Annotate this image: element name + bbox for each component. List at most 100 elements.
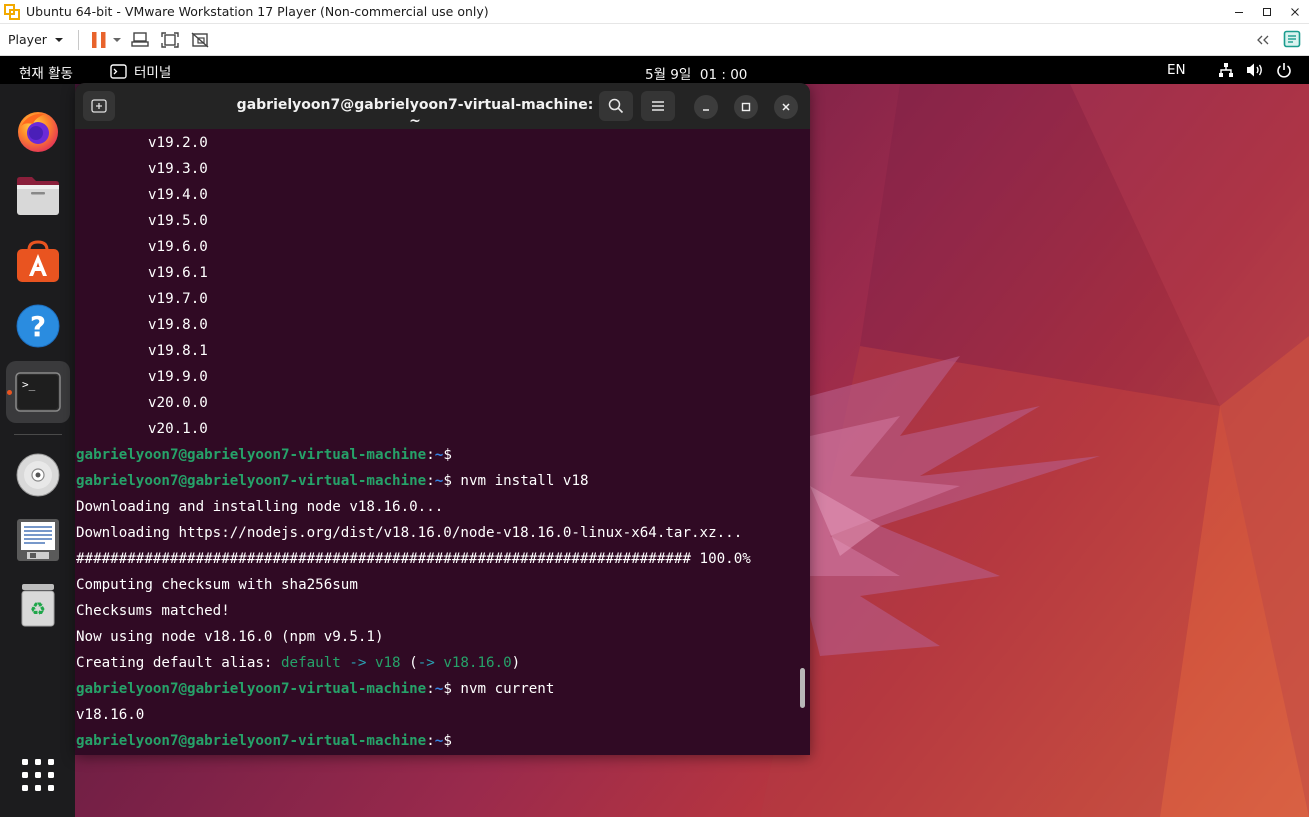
new-tab-button[interactable] (83, 91, 115, 121)
maximize-icon (741, 102, 751, 112)
dock-item-app-center[interactable] (6, 230, 70, 292)
dock-item-dvd[interactable] (6, 444, 70, 506)
terminal-icon: >_ (15, 372, 61, 412)
unity-button[interactable] (185, 28, 215, 52)
prompt-symbol: $ (443, 681, 452, 697)
close-window-button[interactable] (1281, 0, 1309, 24)
terminal-line: v19.9.0 (148, 369, 208, 385)
system-menu-button[interactable] (1218, 62, 1292, 78)
terminal-line: Now using node v18.16.0 (npm v9.5.1) (76, 629, 384, 645)
terminal-minimize-button[interactable] (694, 95, 718, 119)
send-ctrl-alt-del-button[interactable] (125, 28, 155, 52)
terminal-window[interactable]: gabrielyoon7@gabrielyoon7-virtual-machin… (75, 83, 810, 755)
dock-item-help[interactable]: ? (6, 295, 70, 357)
prompt-line: gabrielyoon7@gabrielyoon7-virtual-machin… (76, 681, 555, 697)
vm-titlebar: Ubuntu 64-bit - VMware Workstation 17 Pl… (0, 0, 1309, 24)
terminal-line: Downloading https://nodejs.org/dist/v18.… (76, 525, 743, 541)
alias-arrow: -> (417, 655, 444, 671)
alias-name: default (281, 655, 341, 671)
terminal-line: v19.8.1 (148, 343, 208, 359)
volume-icon (1247, 63, 1262, 77)
clock[interactable]: 5월 9일 01 : 00 (645, 63, 747, 83)
terminal-line: Checksums matched! (76, 603, 230, 619)
terminal-title: gabrielyoon7@gabrielyoon7-virtual-machin… (236, 97, 594, 129)
pause-button[interactable] (89, 28, 109, 52)
prompt-line: gabrielyoon7@gabrielyoon7-virtual-machin… (76, 473, 589, 489)
dock-separator (14, 434, 62, 435)
maximize-icon (1263, 8, 1271, 16)
terminal-line: v19.6.1 (148, 265, 208, 281)
pause-icon (91, 31, 106, 48)
dock: ? >_ ♻ (0, 84, 75, 817)
app-menu-label: 터미널 (134, 65, 172, 81)
terminal-line: v19.7.0 (148, 291, 208, 307)
prompt-symbol: $ (443, 473, 452, 489)
vmware-app-icon (4, 3, 20, 20)
prompt-user: gabrielyoon7@gabrielyoon7-virtual-machin… (76, 733, 427, 749)
minimize-icon (703, 109, 709, 111)
dock-item-trash[interactable]: ♻ (6, 574, 70, 636)
prompt-user: gabrielyoon7@gabrielyoon7-virtual-machin… (76, 447, 427, 463)
running-indicator (7, 390, 12, 395)
dock-item-text-editor[interactable] (6, 509, 70, 571)
files-icon (17, 177, 59, 215)
dvd-icon (16, 453, 60, 497)
terminal-scrollbar[interactable] (800, 668, 805, 708)
search-button[interactable] (599, 91, 633, 121)
terminal-header-bar[interactable]: gabrielyoon7@gabrielyoon7-virtual-machin… (75, 83, 810, 129)
dock-item-terminal[interactable]: >_ (6, 361, 70, 423)
app-menu-button[interactable]: 터미널 (110, 61, 171, 81)
player-menu-button[interactable]: Player (8, 32, 66, 47)
pause-dropdown-button[interactable] (109, 28, 125, 52)
activities-button[interactable]: 현재 활동 (19, 62, 73, 82)
collapse-toolbar-button[interactable] (1251, 28, 1275, 52)
message-log-button[interactable] (1275, 28, 1309, 52)
terminal-output[interactable]: v19.2.0 v19.3.0 v19.4.0 v19.5.0 v19.6.0 … (75, 129, 810, 755)
chevron-down-icon (54, 37, 63, 42)
alias-open: ( (400, 655, 418, 671)
player-menu-label: Player (8, 32, 47, 47)
power-icon (1277, 63, 1291, 78)
terminal-line: v19.8.0 (148, 317, 208, 333)
app-center-icon (17, 240, 59, 282)
vm-toolbar: Player (0, 24, 1309, 56)
alias-close: ) (511, 655, 521, 671)
terminal-app-icon (110, 63, 127, 79)
hamburger-menu-icon (652, 101, 664, 111)
unity-icon (191, 31, 209, 48)
maximize-button[interactable] (1253, 0, 1281, 24)
minimize-button[interactable] (1225, 0, 1253, 24)
network-icon (1219, 63, 1233, 77)
fullscreen-icon (161, 31, 179, 48)
dock-item-firefox[interactable] (6, 100, 70, 162)
new-tab-icon (91, 99, 107, 113)
prompt-symbol: $ (443, 447, 452, 463)
fullscreen-button[interactable] (155, 28, 185, 52)
dock-item-files[interactable] (6, 165, 70, 227)
collapse-double-chevron-icon (1257, 35, 1269, 45)
app-grid-icon (22, 759, 54, 791)
dropdown-arrow-icon (112, 37, 121, 42)
toolbar-divider (77, 29, 79, 50)
terminal-line: Computing checksum with sha256sum (76, 577, 358, 593)
alias-arrow: -> (340, 655, 375, 671)
hamburger-menu-button[interactable] (641, 91, 675, 121)
terminal-line: v19.6.0 (148, 239, 208, 255)
prompt-user: gabrielyoon7@gabrielyoon7-virtual-machin… (76, 681, 427, 697)
terminal-maximize-button[interactable] (734, 95, 758, 119)
minimize-icon (1235, 12, 1243, 13)
command-text: nvm install v18 (460, 473, 589, 489)
guest-screen[interactable]: 현재 활동 터미널 5월 9일 01 : 00 EN ? >_ ♻ gabrie… (0, 56, 1309, 817)
terminal-line: v19.3.0 (148, 161, 208, 177)
prompt-line[interactable]: gabrielyoon7@gabrielyoon7-virtual-machin… (76, 728, 810, 754)
prompt-line: gabrielyoon7@gabrielyoon7-virtual-machin… (76, 447, 452, 463)
terminal-close-button[interactable] (774, 95, 798, 119)
show-applications-button[interactable] (6, 744, 70, 806)
svg-text:♻: ♻ (30, 599, 46, 620)
terminal-line: Downloading and installing node v18.16.0… (76, 499, 444, 515)
send-ctrl-alt-del-icon (131, 31, 149, 47)
terminal-line: v19.4.0 (148, 187, 208, 203)
input-language-indicator[interactable]: EN (1167, 62, 1186, 78)
command-text: nvm current (460, 681, 555, 697)
terminal-line: v18.16.0 (76, 707, 145, 723)
